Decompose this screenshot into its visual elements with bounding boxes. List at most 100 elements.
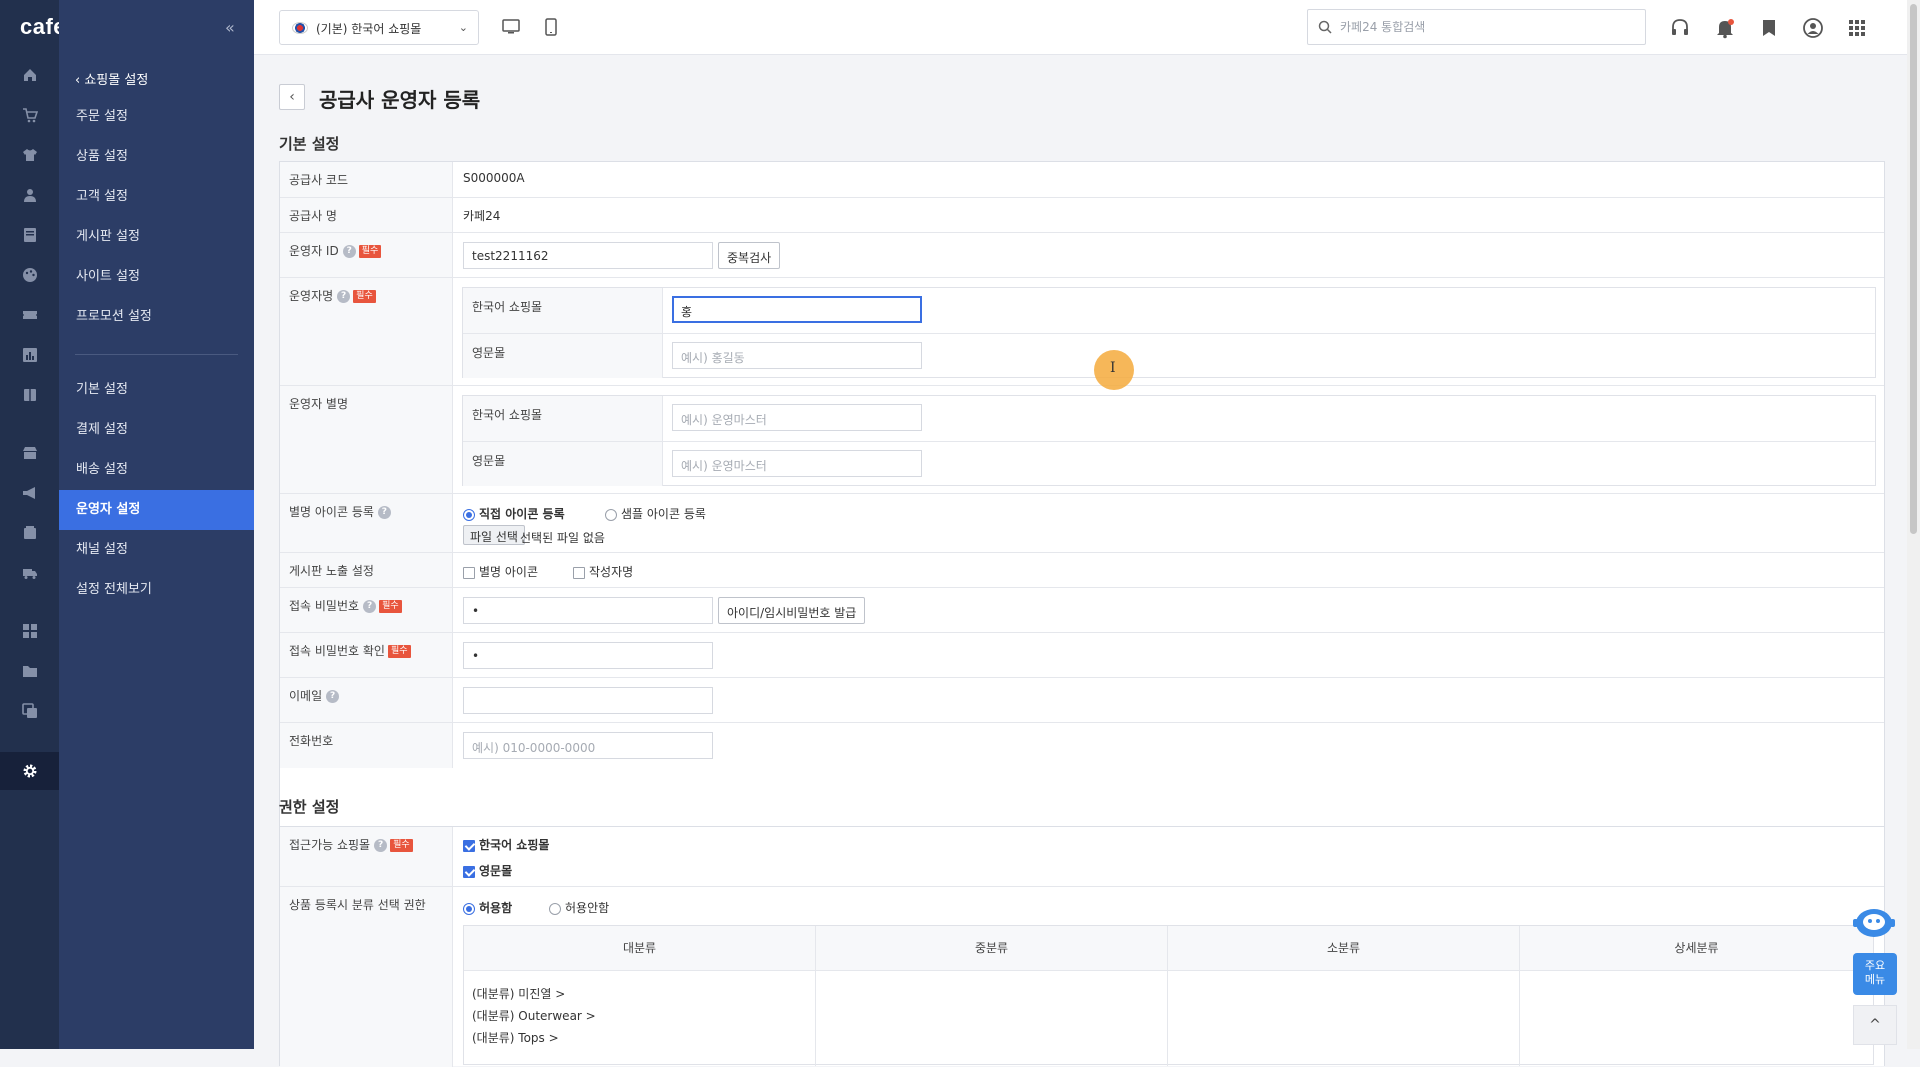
- help-icon[interactable]: ?: [377, 506, 391, 519]
- required-badge: 필수: [387, 645, 411, 658]
- help-icon[interactable]: ?: [337, 290, 351, 303]
- shirt-icon[interactable]: [22, 147, 38, 163]
- icon-rail: cafe24: [0, 0, 91, 1049]
- sidebar-item-order[interactable]: 주문 설정: [59, 97, 254, 137]
- settings-rail-item[interactable]: [0, 752, 59, 790]
- mall-select[interactable]: (기본) 한국어 쇼핑몰 ⌄: [279, 10, 479, 45]
- nickname-korean-input[interactable]: 예시) 운영마스터: [672, 404, 922, 431]
- sidebar-item-basic[interactable]: 기본 설정: [59, 370, 254, 410]
- chatbot-icon[interactable]: [1851, 903, 1897, 943]
- password-label: 접속 비밀번호? 필수: [280, 588, 453, 632]
- sidebar-item-operator[interactable]: 운영자 설정: [59, 490, 254, 530]
- bookmark-icon[interactable]: [1758, 17, 1780, 39]
- help-icon[interactable]: ?: [342, 245, 356, 258]
- operator-name-korean-input[interactable]: 홍: [672, 296, 922, 323]
- category-item[interactable]: (대분류) 미진열 >: [472, 985, 565, 1002]
- user-icon[interactable]: [22, 187, 38, 203]
- copy-icon[interactable]: [22, 703, 38, 719]
- book-icon[interactable]: [22, 387, 38, 403]
- apps-icon[interactable]: [22, 623, 38, 639]
- chart-icon[interactable]: [22, 347, 38, 363]
- password-input[interactable]: •: [463, 597, 713, 624]
- scroll-top-button[interactable]: ^: [1853, 1005, 1897, 1045]
- author-name-checkbox[interactable]: 작성자명: [573, 563, 633, 580]
- nickname-icon-label: 별명 아이콘 등록?: [280, 494, 453, 552]
- global-search[interactable]: [1307, 9, 1646, 45]
- duplicate-check-button[interactable]: 중복검사: [718, 242, 781, 269]
- phone-label: 전화번호: [280, 723, 453, 768]
- sidebar-item-channel[interactable]: 채널 설정: [59, 530, 254, 570]
- direct-icon-radio[interactable]: 직접 아이콘 등록: [463, 505, 565, 522]
- mobile-view-icon[interactable]: [541, 17, 561, 37]
- chevron-left-icon: ‹: [75, 73, 85, 88]
- password-confirm-input[interactable]: •: [463, 642, 713, 669]
- help-icon[interactable]: ?: [326, 690, 340, 703]
- file-select-button[interactable]: 파일 선택: [463, 525, 525, 545]
- col-small-category: 소분류: [1168, 926, 1520, 971]
- category-table: 대분류 중분류 소분류 상세분류 (대분류) 미진열 > (대분류) Outer…: [463, 925, 1874, 1066]
- supplier-name-label: 공급사 명: [280, 198, 453, 232]
- cart-icon[interactable]: [22, 107, 38, 123]
- korean-mall-label: 한국어 쇼핑몰: [463, 396, 663, 441]
- account-icon[interactable]: [1802, 17, 1824, 39]
- register-icon[interactable]: [22, 525, 38, 541]
- palette-icon[interactable]: [22, 267, 38, 283]
- row-category-permission: 상품 등록시 분류 선택 권한 허용함 허용안함 대분류 중분류 소분류 상세분…: [280, 886, 1884, 1067]
- checkbox-empty-icon: [463, 566, 475, 579]
- sidebar-item-shipping[interactable]: 배송 설정: [59, 450, 254, 490]
- top-bar: (기본) 한국어 쇼핑몰 ⌄: [254, 0, 1920, 55]
- board-icon[interactable]: [22, 227, 38, 243]
- scrollbar-thumb[interactable]: [1910, 4, 1917, 534]
- checkbox-checked-icon: [463, 865, 475, 878]
- help-icon[interactable]: ?: [374, 839, 388, 852]
- headset-icon[interactable]: [1669, 17, 1691, 39]
- sidebar-back-link[interactable]: ‹ 쇼핑몰 설정: [75, 69, 148, 88]
- nickname-english-input[interactable]: 예시) 운영마스터: [672, 450, 922, 477]
- home-icon[interactable]: [22, 67, 38, 83]
- grid-menu-icon[interactable]: [1846, 17, 1868, 39]
- allow-radio[interactable]: 허용함: [463, 899, 512, 916]
- folder-icon[interactable]: [22, 663, 38, 679]
- sidebar-item-board[interactable]: 게시판 설정: [59, 217, 254, 257]
- sidebar-item-payment[interactable]: 결제 설정: [59, 410, 254, 450]
- email-label: 이메일?: [280, 678, 453, 722]
- page-scrollbar[interactable]: [1907, 0, 1920, 1049]
- collapse-sidebar-icon[interactable]: «: [225, 18, 235, 37]
- sidebar-item-promotion[interactable]: 프로모션 설정: [59, 297, 254, 337]
- nickname-icon-checkbox[interactable]: 별명 아이콘: [463, 563, 538, 580]
- issue-temp-password-button[interactable]: 아이디/임시비밀번호 발급: [718, 597, 866, 624]
- sidebar-item-customer[interactable]: 고객 설정: [59, 177, 254, 217]
- deny-radio[interactable]: 허용안함: [549, 899, 609, 916]
- radio-selected-icon: [463, 902, 475, 915]
- row-supplier-code: 공급사 코드 S000000A: [280, 162, 1884, 197]
- desktop-view-icon[interactable]: [501, 17, 521, 37]
- category-item[interactable]: (대분류) Outerwear >: [472, 1007, 596, 1024]
- permission-settings-table: 접근가능 쇼핑몰? 필수 한국어 쇼핑몰 영문몰 상품 등록시 분류 선택 권한 …: [279, 826, 1885, 1067]
- korean-mall-checkbox[interactable]: 한국어 쇼핑몰: [463, 836, 549, 853]
- operator-id-input[interactable]: test2211162: [463, 242, 713, 269]
- sidebar-item-site[interactable]: 사이트 설정: [59, 257, 254, 297]
- operator-name-english-input[interactable]: 예시) 홍길동: [672, 342, 922, 369]
- english-mall-checkbox[interactable]: 영문몰: [463, 862, 512, 879]
- sidebar-item-product[interactable]: 상품 설정: [59, 137, 254, 177]
- search-input[interactable]: [1340, 18, 1630, 36]
- quick-menu-button[interactable]: 주요 메뉴: [1853, 953, 1897, 995]
- category-item[interactable]: (대분류) Tops >: [472, 1029, 559, 1046]
- supplier-code-value: S000000A: [463, 171, 525, 185]
- help-icon[interactable]: ?: [363, 600, 377, 613]
- megaphone-icon[interactable]: [22, 485, 38, 501]
- board-display-label: 게시판 노출 설정: [280, 553, 453, 587]
- sidebar-item-all-settings[interactable]: 설정 전체보기: [59, 570, 254, 610]
- truck-icon[interactable]: [22, 565, 38, 581]
- bell-icon[interactable]: [1714, 17, 1736, 39]
- phone-input[interactable]: 예시) 010-0000-0000: [463, 732, 713, 759]
- store-icon[interactable]: [22, 445, 38, 461]
- main-content: ‹ 공급사 운영자 등록 기본 설정 공급사 코드 S000000A 공급사 명…: [254, 56, 1907, 1067]
- ticket-icon[interactable]: [22, 307, 38, 323]
- required-badge: 필수: [358, 245, 382, 258]
- email-input[interactable]: [463, 687, 713, 714]
- english-mall-label: 영문몰: [463, 334, 663, 378]
- operator-id-label: 운영자 ID? 필수: [280, 233, 453, 277]
- back-button[interactable]: ‹: [279, 84, 305, 110]
- sample-icon-radio[interactable]: 샘플 아이콘 등록: [605, 505, 706, 522]
